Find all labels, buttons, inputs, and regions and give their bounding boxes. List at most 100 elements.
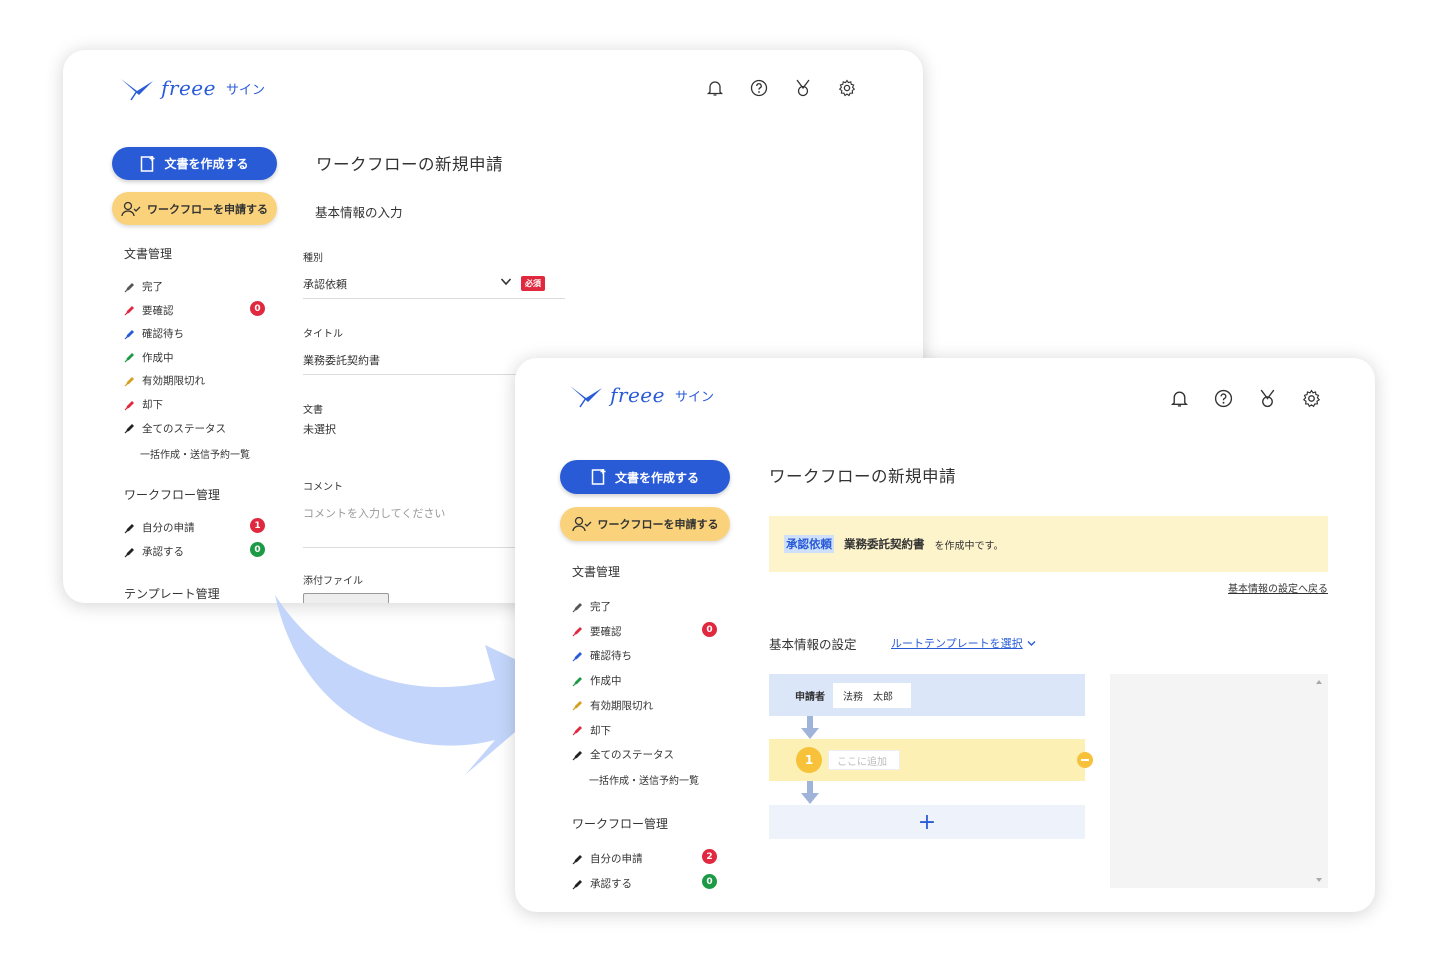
pen-icon <box>572 699 584 711</box>
sidebar-item[interactable]: 完了 <box>124 279 163 294</box>
needs-check-badge: 0 <box>702 622 717 637</box>
freee-sign-logo[interactable]: freee サイン <box>119 75 265 101</box>
sidebar-item-label: 完了 <box>590 601 611 613</box>
applicant-name: 法務 太郎 <box>833 682 911 708</box>
workflow-management-heading: ワークフロー管理 <box>572 817 669 831</box>
user-check-icon <box>121 201 141 216</box>
create-document-button[interactable]: 文書を作成する <box>560 460 730 494</box>
medal-icon[interactable] <box>1255 386 1279 410</box>
sidebar-item-label: 自分の申請 <box>142 522 195 534</box>
applicant-row: 申請者 法務 太郎 <box>769 674 1085 716</box>
step-number: 1 <box>796 747 822 773</box>
gear-icon[interactable] <box>835 76 859 100</box>
document-value[interactable]: 未選択 <box>303 421 336 437</box>
sidebar-item-label: 作成中 <box>142 351 174 364</box>
workflow-management-heading: ワークフロー管理 <box>124 488 221 502</box>
comment-input[interactable]: コメントを入力してください <box>303 505 445 521</box>
header-icons <box>1167 386 1323 410</box>
gear-icon[interactable] <box>1299 386 1323 410</box>
sidebar-item[interactable]: 自分の申請 <box>124 520 195 535</box>
pen-icon <box>572 878 584 890</box>
sidebar-item[interactable]: 作成中 <box>572 673 622 688</box>
scroll-down-icon[interactable] <box>1316 878 1322 882</box>
sidebar-item[interactable]: 全てのステータス <box>572 747 674 762</box>
doc-management-heading: 文書管理 <box>124 247 173 261</box>
sidebar-item-label: 却下 <box>142 399 163 411</box>
sidebar-item[interactable]: 要確認 <box>572 624 622 639</box>
page-title: ワークフローの新規申請 <box>316 155 503 174</box>
sidebar-item[interactable]: 全てのステータス <box>124 421 226 436</box>
pen-icon <box>572 601 584 613</box>
notice-document: 業務委託契約書 <box>844 537 925 551</box>
batch-list-link[interactable]: 一括作成・送信予約一覧 <box>589 772 699 787</box>
title-input[interactable]: 業務委託契約書 <box>303 352 380 368</box>
pen-icon <box>572 749 584 761</box>
sidebar-item-label: 却下 <box>590 724 611 737</box>
sidebar-item[interactable]: 要確認 <box>124 303 174 318</box>
pen-icon <box>124 422 136 434</box>
pen-icon <box>572 853 584 865</box>
sidebar-item-label: 全てのステータス <box>142 422 226 435</box>
apply-workflow-button[interactable]: ワークフローを申請する <box>560 507 730 541</box>
section-title: 基本情報の入力 <box>315 205 403 220</box>
medal-icon[interactable] <box>791 76 815 100</box>
sidebar-item-label: 有効期限切れ <box>142 375 205 388</box>
sidebar-item-label: 確認待ち <box>142 328 184 341</box>
sidebar-item[interactable]: 承認する <box>124 544 184 559</box>
freee-sign-logo[interactable]: freee サイン <box>568 382 714 408</box>
add-step-button[interactable]: + <box>769 805 1085 839</box>
type-select[interactable]: 承認依頼 <box>303 276 347 292</box>
sidebar-item[interactable]: 却下 <box>124 397 163 412</box>
my-requests-badge: 1 <box>250 518 265 533</box>
sidebar-item[interactable]: 却下 <box>572 723 611 738</box>
sidebar-item[interactable]: 承認する <box>572 876 632 891</box>
preview-panel <box>1110 674 1328 888</box>
pen-icon <box>124 304 136 316</box>
remove-step-icon[interactable] <box>1077 752 1093 768</box>
sidebar-item[interactable]: 確認待ち <box>572 648 632 663</box>
pen-icon <box>124 351 136 363</box>
sidebar-item-label: 作成中 <box>590 675 622 688</box>
sidebar-item-label: 要確認 <box>142 304 174 317</box>
add-approver-input[interactable]: ここに追加 <box>828 750 900 770</box>
title-label: タイトル <box>303 329 343 340</box>
chevron-down-icon[interactable] <box>500 277 512 286</box>
type-label: 種別 <box>303 253 323 264</box>
divider <box>303 298 565 299</box>
document-plus-icon <box>141 155 155 172</box>
bell-icon[interactable] <box>703 76 727 100</box>
back-to-basic-info-link[interactable]: 基本情報の設定へ戻る <box>1228 580 1328 595</box>
settings-title: 基本情報の設定 <box>769 637 857 652</box>
route-template-select[interactable]: ルートテンプレートを選択 <box>891 635 1036 651</box>
sidebar-item-label: 有効期限切れ <box>590 699 653 712</box>
pen-icon <box>124 328 136 340</box>
sidebar-item[interactable]: 作成中 <box>124 350 174 365</box>
help-icon[interactable] <box>747 76 771 100</box>
template-management-heading: テンプレート管理 <box>124 587 220 601</box>
sidebar-item[interactable]: 確認待ち <box>124 326 184 341</box>
pen-icon <box>572 625 584 637</box>
bell-icon[interactable] <box>1167 386 1191 410</box>
sidebar-item[interactable]: 有効期限切れ <box>572 698 653 713</box>
notice-type: 承認依頼 <box>784 535 834 553</box>
attach-label: 添付ファイル <box>303 576 363 587</box>
batch-list-link[interactable]: 一括作成・送信予約一覧 <box>140 446 250 461</box>
sidebar-item-label: 承認する <box>142 546 184 558</box>
approval-step-row: 1 ここに追加 <box>769 739 1093 781</box>
sidebar-item[interactable]: 完了 <box>572 599 611 614</box>
pen-icon <box>124 375 136 387</box>
scroll-up-icon[interactable] <box>1316 680 1322 684</box>
approve-badge: 0 <box>702 874 717 889</box>
document-plus-icon <box>591 469 606 485</box>
needs-check-badge: 0 <box>250 301 265 316</box>
sidebar-item[interactable]: 有効期限切れ <box>124 373 205 388</box>
sidebar-item[interactable]: 自分の申請 <box>572 851 643 866</box>
my-requests-badge: 2 <box>702 849 717 864</box>
pen-icon <box>124 281 136 293</box>
help-icon[interactable] <box>1211 386 1235 410</box>
sidebar-item-label: 要確認 <box>590 625 622 638</box>
bird-icon <box>570 386 602 408</box>
sidebar-item-label: 承認する <box>590 878 632 890</box>
create-document-button[interactable]: 文書を作成する <box>112 147 277 180</box>
apply-workflow-button[interactable]: ワークフローを申請する <box>112 192 277 225</box>
